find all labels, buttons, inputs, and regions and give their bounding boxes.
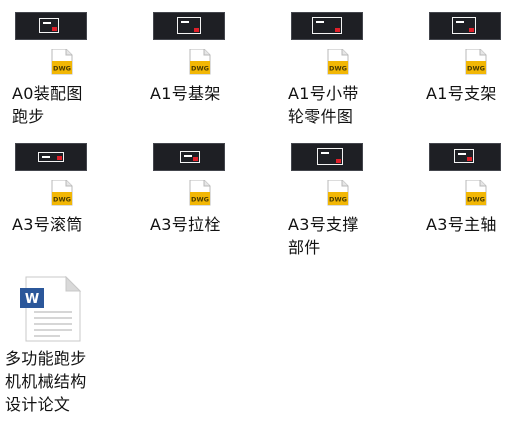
file-name-label: 多功能跑步 机机械结构 设计论文	[5, 349, 87, 414]
drawing-preview-icon	[177, 17, 201, 34]
svg-text:W: W	[25, 292, 39, 307]
drawing-preview-icon	[312, 17, 342, 34]
file-name-label: A1号基架	[150, 84, 221, 103]
dwg-thumbnail	[15, 12, 87, 40]
file-item-a1-bracket[interactable]: DWG A1号支架	[414, 0, 525, 130]
svg-text:DWG: DWG	[191, 196, 209, 204]
dwg-file-icon: DWG	[51, 49, 73, 75]
svg-text:DWG: DWG	[329, 65, 347, 73]
file-name-label: A3号滚筒	[12, 215, 83, 234]
file-item-a1-base-frame[interactable]: DWG A1号基架	[138, 0, 258, 130]
dwg-file-icon: DWG	[327, 180, 349, 206]
file-item-design-thesis[interactable]: W 多功能跑步 机机械结构 设计论文	[0, 268, 120, 420]
drawing-preview-icon	[317, 148, 343, 165]
file-item-a3-roller[interactable]: DWG A3号滚筒	[0, 131, 120, 261]
drawing-preview-icon	[452, 17, 476, 34]
file-name-label: A3号拉栓	[150, 215, 221, 234]
file-item-a3-support-part[interactable]: DWG A3号支撑 部件	[276, 131, 396, 261]
file-item-a0-assembly[interactable]: DWG A0装配图 跑步	[0, 0, 120, 130]
dwg-file-icon: DWG	[327, 49, 349, 75]
dwg-file-icon: DWG	[189, 180, 211, 206]
file-explorer-content-area: { "files": [ {"name": "A0装配图\n跑步", "type…	[0, 0, 525, 423]
file-name-label: A0装配图 跑步	[12, 84, 83, 126]
dwg-file-icon: DWG	[189, 49, 211, 75]
dwg-thumbnail	[429, 12, 501, 40]
dwg-thumbnail	[429, 143, 501, 171]
dwg-file-icon: DWG	[465, 49, 487, 75]
dwg-file-icon: DWG	[51, 180, 73, 206]
drawing-preview-icon	[454, 149, 474, 163]
drawing-preview-icon	[39, 18, 59, 33]
dwg-thumbnail	[15, 143, 87, 171]
dwg-file-icon: DWG	[465, 180, 487, 206]
svg-text:DWG: DWG	[467, 65, 485, 73]
svg-text:DWG: DWG	[191, 65, 209, 73]
file-item-a3-main-shaft[interactable]: DWG A3号主轴	[414, 131, 525, 261]
svg-text:DWG: DWG	[467, 196, 485, 204]
dwg-thumbnail	[291, 143, 363, 171]
svg-text:DWG: DWG	[329, 196, 347, 204]
file-name-label: A1号支架	[426, 84, 497, 103]
svg-text:DWG: DWG	[53, 65, 71, 73]
drawing-preview-icon	[38, 152, 64, 162]
dwg-thumbnail	[153, 12, 225, 40]
file-item-a3-pull-bolt[interactable]: DWG A3号拉栓	[138, 131, 258, 261]
file-name-label: A3号支撑 部件	[288, 215, 359, 257]
drawing-preview-icon	[180, 151, 200, 163]
file-name-label: A3号主轴	[426, 215, 497, 234]
word-document-icon: W	[20, 276, 82, 342]
file-item-a1-small-pulley[interactable]: DWG A1号小带 轮零件图	[276, 0, 396, 130]
svg-text:DWG: DWG	[53, 196, 71, 204]
dwg-thumbnail	[291, 12, 363, 40]
file-name-label: A1号小带 轮零件图	[288, 84, 359, 126]
dwg-thumbnail	[153, 143, 225, 171]
